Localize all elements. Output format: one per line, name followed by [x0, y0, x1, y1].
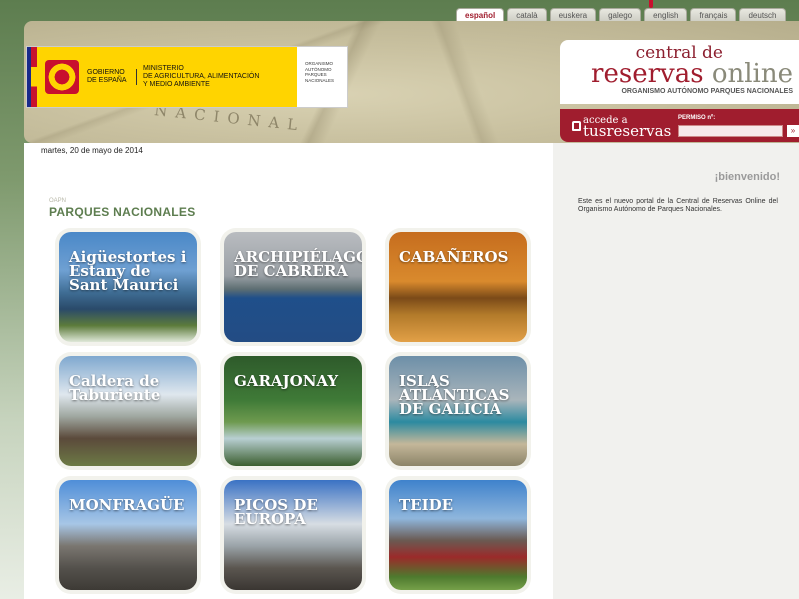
ministry-label: MINISTERIO DE AGRICULTURA, ALIMENTACIÓN … [143, 65, 260, 88]
coat-of-arms-icon [45, 60, 79, 94]
park-card-title: GARAJONAY [234, 372, 339, 390]
park-card-title: MONFRAGÜE [69, 496, 185, 514]
language-tab[interactable]: galego [599, 8, 642, 21]
language-tab[interactable]: català [507, 8, 547, 21]
language-tab[interactable]: français [690, 8, 737, 21]
welcome-text: Este es el nuevo portal de la Central de… [578, 198, 778, 213]
organism-label: ORGANISMO AUTÓNOMO PARQUES NACIONALES [305, 61, 335, 83]
park-card-title: Caldera de Taburiente [69, 372, 161, 404]
brand-line-2: reservas online [560, 61, 793, 87]
access-bar: accede a tusreservas PERMISO nº: » [560, 109, 799, 142]
language-tab[interactable]: español [456, 8, 505, 21]
park-card-title: PICOS DE EUROPA [234, 496, 318, 528]
park-card-title: TEIDE [399, 496, 454, 514]
section-title: PARQUES NACIONALES [49, 205, 196, 219]
park-card[interactable]: Caldera de Taburiente [59, 356, 197, 466]
current-date: martes, 20 de mayo de 2014 [41, 146, 143, 155]
government-logo[interactable]: GOBIERNO DE ESPAÑA MINISTERIO DE AGRICUL… [26, 46, 348, 108]
park-card[interactable]: ARCHIPIÉLAGO DE CABRERA [224, 232, 362, 342]
park-card-title: ISLAS ATLÁNTICAS DE GALICIA [399, 372, 510, 418]
park-card-title: CABAÑEROS [399, 248, 509, 266]
brand-subtitle: ORGANISMO AUTÓNOMO PARQUES NACIONALES [621, 88, 793, 95]
language-tab[interactable]: english [644, 8, 688, 21]
language-bar: español català euskera galego english françai… [456, 8, 786, 21]
language-tab[interactable]: deutsch [739, 8, 786, 21]
top-marker [649, 0, 653, 8]
main-content: martes, 20 de mayo de 2014 OAPN PARQUES … [24, 143, 553, 599]
sidebar: ¡bienvenido! Este es el nuevo portal de … [553, 143, 799, 599]
permit-label: PERMISO nº: [678, 115, 716, 121]
park-card[interactable]: CABAÑEROS [389, 232, 527, 342]
access-big: tusreservas [583, 121, 672, 140]
park-card[interactable]: PICOS DE EUROPA [224, 480, 362, 590]
park-card[interactable]: Aigüestortes i Estany de Sant Maurici [59, 232, 197, 342]
permit-submit-button[interactable]: » [787, 125, 799, 137]
park-card-title: ARCHIPIÉLAGO DE CABRERA [234, 248, 362, 280]
welcome-title: ¡bienvenido! [714, 171, 780, 183]
brand-online: online [703, 59, 793, 89]
permit-input[interactable] [678, 125, 783, 137]
brand-reservas: reservas [591, 59, 704, 89]
government-label: GOBIERNO DE ESPAÑA [87, 69, 137, 85]
park-card-title: Aigüestortes i Estany de Sant Maurici [69, 248, 187, 294]
park-card[interactable]: GARAJONAY [224, 356, 362, 466]
park-card[interactable]: ISLAS ATLÁNTICAS DE GALICIA [389, 356, 527, 466]
language-tab[interactable]: euskera [549, 8, 597, 21]
park-card[interactable]: TEIDE [389, 480, 527, 590]
brand-logo[interactable]: central de reservas online ORGANISMO AUT… [560, 40, 799, 104]
lock-icon [572, 120, 581, 131]
spain-flag-icon [27, 47, 37, 107]
access-reservations-link[interactable]: accede a tusreservas [583, 115, 672, 140]
section-kicker: OAPN [49, 198, 67, 204]
government-logo-band: GOBIERNO DE ESPAÑA MINISTERIO DE AGRICUL… [27, 47, 297, 107]
park-card[interactable]: MONFRAGÜE [59, 480, 197, 590]
